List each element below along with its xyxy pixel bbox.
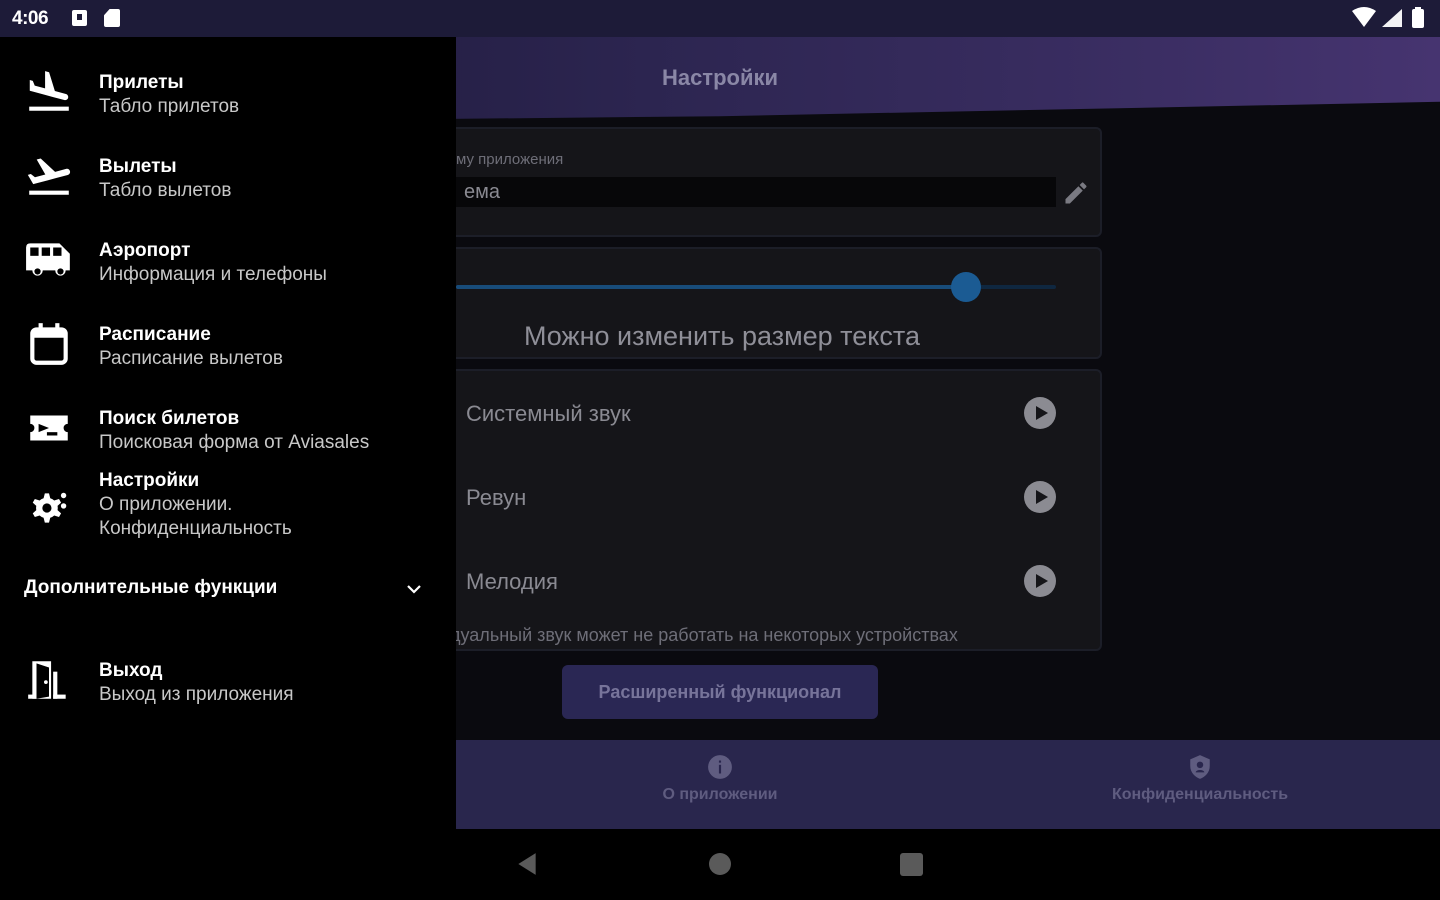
battery-icon bbox=[1412, 9, 1424, 28]
drawer-item-subtitle-2: Конфиденциальность bbox=[99, 518, 292, 539]
system-nav-bar bbox=[0, 829, 1440, 900]
status-indicators bbox=[1352, 7, 1424, 28]
drawer-item-arrivals[interactable]: Прилеты Табло прилетов bbox=[0, 67, 456, 127]
drawer-item-departures[interactable]: Вылеты Табло вылетов bbox=[0, 151, 456, 211]
drawer-item-exit[interactable]: Выход Выход из приложения bbox=[0, 655, 456, 715]
settings-icon bbox=[32, 492, 67, 523]
drawer-item-ticket-search[interactable]: Поиск билетов Поисковая форма от Aviasal… bbox=[0, 403, 456, 463]
drawer-item-title: Вылеты bbox=[99, 156, 177, 177]
back-icon[interactable] bbox=[514, 851, 540, 877]
status-time: 4:06 bbox=[12, 8, 49, 29]
exit-door-icon bbox=[28, 661, 66, 699]
home-icon[interactable] bbox=[709, 853, 731, 875]
drawer-item-title: Аэропорт bbox=[99, 240, 191, 261]
additional-functions-toggle[interactable]: Дополнительные функции bbox=[0, 567, 456, 611]
drawer-item-subtitle: Информация и телефоны bbox=[99, 264, 327, 285]
chevron-down-icon bbox=[407, 585, 421, 594]
recents-icon[interactable] bbox=[900, 853, 923, 876]
drawer-item-settings[interactable]: Настройки О приложении. Конфиденциальнос… bbox=[0, 467, 456, 549]
drawer-item-subtitle: Табло вылетов bbox=[99, 180, 232, 201]
notification-a-icon bbox=[72, 10, 87, 26]
bus-icon bbox=[26, 243, 70, 276]
screen: 4:06 Настройки му приложения ема Можно и… bbox=[0, 0, 1440, 900]
drawer-item-subtitle: Табло прилетов bbox=[99, 96, 240, 117]
sd-card-icon bbox=[104, 9, 120, 27]
drawer-item-subtitle: Поисковая форма от Aviasales bbox=[99, 432, 370, 453]
signal-icon bbox=[1382, 9, 1402, 27]
drawer-item-subtitle: Выход из приложения bbox=[99, 684, 294, 705]
drawer-item-title: Поиск билетов bbox=[99, 408, 240, 429]
drawer-item-title: Настройки bbox=[99, 470, 200, 491]
status-bar: 4:06 bbox=[0, 0, 1440, 37]
drawer-item-schedule[interactable]: Расписание Расписание вылетов bbox=[0, 319, 456, 379]
wifi-icon bbox=[1352, 7, 1376, 27]
plane-takeoff-icon bbox=[27, 158, 71, 195]
drawer-item-title: Выход bbox=[99, 660, 163, 681]
drawer-item-subtitle: О приложении. bbox=[99, 494, 233, 515]
drawer-item-title: Расписание bbox=[99, 324, 211, 345]
navigation-drawer: Прилеты Табло прилетов Вылеты Табло выле… bbox=[0, 37, 456, 829]
ticket-search-icon bbox=[30, 415, 68, 441]
drawer-item-subtitle: Расписание вылетов bbox=[99, 348, 283, 369]
calendar-icon bbox=[30, 323, 68, 365]
additional-functions-label: Дополнительные функции bbox=[24, 577, 278, 598]
plane-landing-icon bbox=[29, 71, 69, 111]
drawer-item-airport[interactable]: Аэропорт Информация и телефоны bbox=[0, 235, 456, 295]
drawer-item-title: Прилеты bbox=[99, 72, 184, 93]
